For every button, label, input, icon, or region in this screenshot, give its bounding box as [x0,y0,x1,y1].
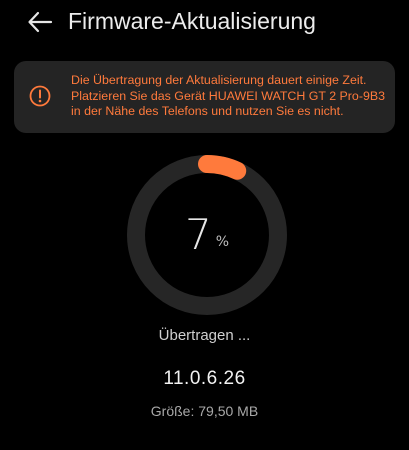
warning-line: Platzieren Sie das Gerät HUAWEI WATCH GT… [71,88,385,103]
firmware-size: Größe: 79,50 MB [150,403,259,419]
warning-banner: Die Übertragung der Aktualisierung dauer… [14,61,395,133]
progress-ring [127,155,287,315]
transfer-status: Übertragen ... [158,327,251,344]
warning-line: in der Nähe des Telefons und nutzen Sie … [71,104,344,118]
arrow-left-icon [28,11,53,33]
app-header: Firmware-Aktualisierung [0,0,409,44]
progress-track [127,155,287,315]
back-button[interactable] [24,6,56,38]
exclamation-circle-icon [29,85,51,107]
page-title: Firmware-Aktualisierung [68,8,316,34]
firmware-version: 11.0.6.26 [163,368,246,389]
warning-message: Die Übertragung der Aktualisierung dauer… [71,73,386,120]
warning-line: Die Übertragung der Aktualisierung dauer… [71,73,367,87]
